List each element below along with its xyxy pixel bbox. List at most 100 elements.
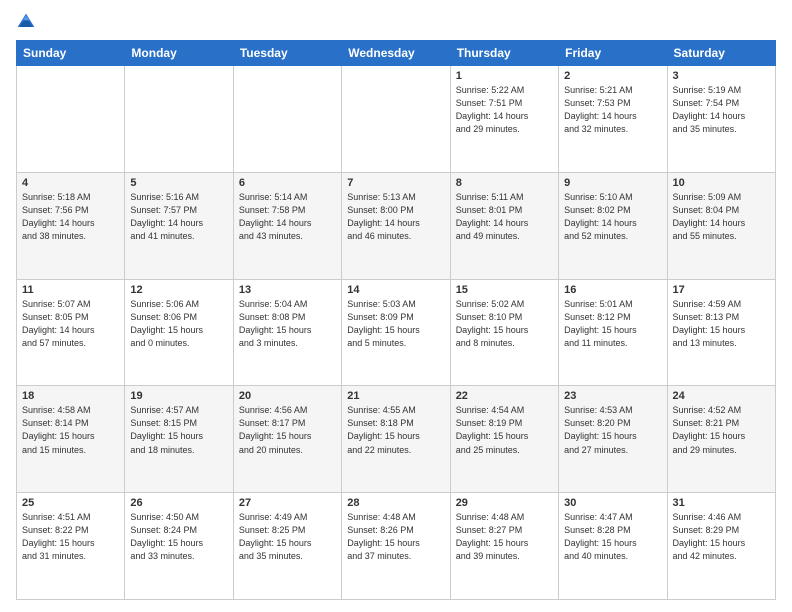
day-number: 22: [456, 390, 553, 402]
day-info: Sunrise: 4:57 AM Sunset: 8:15 PM Dayligh…: [130, 404, 227, 456]
day-info: Sunrise: 5:04 AM Sunset: 8:08 PM Dayligh…: [239, 298, 336, 350]
day-info: Sunrise: 5:11 AM Sunset: 8:01 PM Dayligh…: [456, 191, 553, 243]
calendar-cell: 12 Sunrise: 5:06 AM Sunset: 8:06 PM Dayli…: [125, 279, 233, 386]
calendar-cell: 22 Sunrise: 4:54 AM Sunset: 8:19 PM Dayli…: [450, 386, 558, 493]
calendar-week-row: 25Sunrise: 4:51 AM Sunset: 8:22 PM Dayli…: [17, 493, 776, 600]
day-number: 24: [673, 390, 770, 402]
calendar-cell: 7Sunrise: 5:13 AM Sunset: 8:00 PM Daylig…: [342, 172, 450, 279]
day-info: Sunrise: 4:51 AM Sunset: 8:22 PM Dayligh…: [22, 511, 119, 563]
calendar-cell: 9 Sunrise: 5:10 AM Sunset: 8:02 PM Daylig…: [559, 172, 667, 279]
day-number: 31: [673, 497, 770, 509]
day-info: Sunrise: 5:16 AM Sunset: 7:57 PM Dayligh…: [130, 191, 227, 243]
day-info: Sunrise: 5:14 AM Sunset: 7:58 PM Dayligh…: [239, 191, 336, 243]
calendar-cell: 13 Sunrise: 5:04 AM Sunset: 8:08 PM Dayli…: [233, 279, 341, 386]
day-info: Sunrise: 4:48 AM Sunset: 8:26 PM Dayligh…: [347, 511, 444, 563]
calendar-cell: 23 Sunrise: 4:53 AM Sunset: 8:20 PM Dayli…: [559, 386, 667, 493]
calendar-cell: 1Sunrise: 5:22 AM Sunset: 7:51 PM Daylig…: [450, 66, 558, 173]
calendar-cell: 14 Sunrise: 5:03 AM Sunset: 8:09 PM Dayli…: [342, 279, 450, 386]
calendar-table: SundayMondayTuesdayWednesdayThursdayFrid…: [16, 40, 776, 600]
day-info: Sunrise: 5:18 AM Sunset: 7:56 PM Dayligh…: [22, 191, 119, 243]
day-info: Sunrise: 4:50 AM Sunset: 8:24 PM Dayligh…: [130, 511, 227, 563]
day-info: Sunrise: 5:09 AM Sunset: 8:04 PM Dayligh…: [673, 191, 770, 243]
day-info: Sunrise: 4:58 AM Sunset: 8:14 PM Dayligh…: [22, 404, 119, 456]
day-number: 20: [239, 390, 336, 402]
weekday-header-row: SundayMondayTuesdayWednesdayThursdayFrid…: [17, 41, 776, 66]
calendar-cell: 30 Sunrise: 4:47 AM Sunset: 8:28 PM Dayli…: [559, 493, 667, 600]
calendar-cell: 6 Sunrise: 5:14 AM Sunset: 7:58 PM Daylig…: [233, 172, 341, 279]
calendar-cell: 15 Sunrise: 5:02 AM Sunset: 8:10 PM Dayli…: [450, 279, 558, 386]
weekday-header-monday: Monday: [125, 41, 233, 66]
calendar-cell: 31 Sunrise: 4:46 AM Sunset: 8:29 PM Dayli…: [667, 493, 775, 600]
calendar-cell: 16 Sunrise: 5:01 AM Sunset: 8:12 PM Dayli…: [559, 279, 667, 386]
day-number: 23: [564, 390, 661, 402]
calendar-cell: 19Sunrise: 4:57 AM Sunset: 8:15 PM Dayli…: [125, 386, 233, 493]
day-number: 6: [239, 177, 336, 189]
day-info: Sunrise: 4:46 AM Sunset: 8:29 PM Dayligh…: [673, 511, 770, 563]
calendar-cell: 27 Sunrise: 4:49 AM Sunset: 8:25 PM Dayli…: [233, 493, 341, 600]
day-number: 28: [347, 497, 444, 509]
day-number: 2: [564, 70, 661, 82]
calendar-cell: 11 Sunrise: 5:07 AM Sunset: 8:05 PM Dayli…: [17, 279, 125, 386]
day-info: Sunrise: 5:02 AM Sunset: 8:10 PM Dayligh…: [456, 298, 553, 350]
calendar-cell: [233, 66, 341, 173]
weekday-header-saturday: Saturday: [667, 41, 775, 66]
calendar-cell: 4 Sunrise: 5:18 AM Sunset: 7:56 PM Daylig…: [17, 172, 125, 279]
day-number: 15: [456, 284, 553, 296]
calendar-week-row: 4 Sunrise: 5:18 AM Sunset: 7:56 PM Daylig…: [17, 172, 776, 279]
day-info: Sunrise: 4:53 AM Sunset: 8:20 PM Dayligh…: [564, 404, 661, 456]
calendar-cell: 2 Sunrise: 5:21 AM Sunset: 7:53 PM Daylig…: [559, 66, 667, 173]
logo-icon: [16, 12, 36, 32]
weekday-header-wednesday: Wednesday: [342, 41, 450, 66]
day-info: Sunrise: 5:07 AM Sunset: 8:05 PM Dayligh…: [22, 298, 119, 350]
day-number: 14: [347, 284, 444, 296]
day-info: Sunrise: 4:54 AM Sunset: 8:19 PM Dayligh…: [456, 404, 553, 456]
calendar-cell: [125, 66, 233, 173]
day-number: 17: [673, 284, 770, 296]
day-number: 27: [239, 497, 336, 509]
day-number: 21: [347, 390, 444, 402]
day-info: Sunrise: 5:19 AM Sunset: 7:54 PM Dayligh…: [673, 84, 770, 136]
calendar-cell: [17, 66, 125, 173]
calendar-cell: 26 Sunrise: 4:50 AM Sunset: 8:24 PM Dayli…: [125, 493, 233, 600]
calendar-cell: 29Sunrise: 4:48 AM Sunset: 8:27 PM Dayli…: [450, 493, 558, 600]
calendar-week-row: 1Sunrise: 5:22 AM Sunset: 7:51 PM Daylig…: [17, 66, 776, 173]
day-number: 4: [22, 177, 119, 189]
calendar-cell: 28 Sunrise: 4:48 AM Sunset: 8:26 PM Dayli…: [342, 493, 450, 600]
day-number: 13: [239, 284, 336, 296]
day-number: 30: [564, 497, 661, 509]
calendar-cell: 21Sunrise: 4:55 AM Sunset: 8:18 PM Dayli…: [342, 386, 450, 493]
day-info: Sunrise: 5:21 AM Sunset: 7:53 PM Dayligh…: [564, 84, 661, 136]
day-info: Sunrise: 5:03 AM Sunset: 8:09 PM Dayligh…: [347, 298, 444, 350]
day-info: Sunrise: 4:52 AM Sunset: 8:21 PM Dayligh…: [673, 404, 770, 456]
weekday-header-sunday: Sunday: [17, 41, 125, 66]
calendar-cell: 10 Sunrise: 5:09 AM Sunset: 8:04 PM Dayli…: [667, 172, 775, 279]
day-number: 9: [564, 177, 661, 189]
day-number: 7: [347, 177, 444, 189]
weekday-header-friday: Friday: [559, 41, 667, 66]
day-info: Sunrise: 5:22 AM Sunset: 7:51 PM Dayligh…: [456, 84, 553, 136]
calendar-cell: 3 Sunrise: 5:19 AM Sunset: 7:54 PM Daylig…: [667, 66, 775, 173]
calendar-cell: 5Sunrise: 5:16 AM Sunset: 7:57 PM Daylig…: [125, 172, 233, 279]
day-info: Sunrise: 4:49 AM Sunset: 8:25 PM Dayligh…: [239, 511, 336, 563]
day-number: 11: [22, 284, 119, 296]
calendar-cell: 17 Sunrise: 4:59 AM Sunset: 8:13 PM Dayli…: [667, 279, 775, 386]
calendar-cell: 18 Sunrise: 4:58 AM Sunset: 8:14 PM Dayli…: [17, 386, 125, 493]
calendar-week-row: 18 Sunrise: 4:58 AM Sunset: 8:14 PM Dayli…: [17, 386, 776, 493]
day-info: Sunrise: 5:01 AM Sunset: 8:12 PM Dayligh…: [564, 298, 661, 350]
day-info: Sunrise: 4:47 AM Sunset: 8:28 PM Dayligh…: [564, 511, 661, 563]
header: [16, 12, 776, 32]
day-number: 10: [673, 177, 770, 189]
calendar-cell: [342, 66, 450, 173]
day-number: 12: [130, 284, 227, 296]
day-number: 3: [673, 70, 770, 82]
day-number: 26: [130, 497, 227, 509]
day-number: 18: [22, 390, 119, 402]
day-number: 16: [564, 284, 661, 296]
day-info: Sunrise: 4:56 AM Sunset: 8:17 PM Dayligh…: [239, 404, 336, 456]
weekday-header-thursday: Thursday: [450, 41, 558, 66]
day-info: Sunrise: 5:10 AM Sunset: 8:02 PM Dayligh…: [564, 191, 661, 243]
day-info: Sunrise: 5:06 AM Sunset: 8:06 PM Dayligh…: [130, 298, 227, 350]
day-info: Sunrise: 4:48 AM Sunset: 8:27 PM Dayligh…: [456, 511, 553, 563]
day-info: Sunrise: 4:59 AM Sunset: 8:13 PM Dayligh…: [673, 298, 770, 350]
calendar-cell: 8Sunrise: 5:11 AM Sunset: 8:01 PM Daylig…: [450, 172, 558, 279]
